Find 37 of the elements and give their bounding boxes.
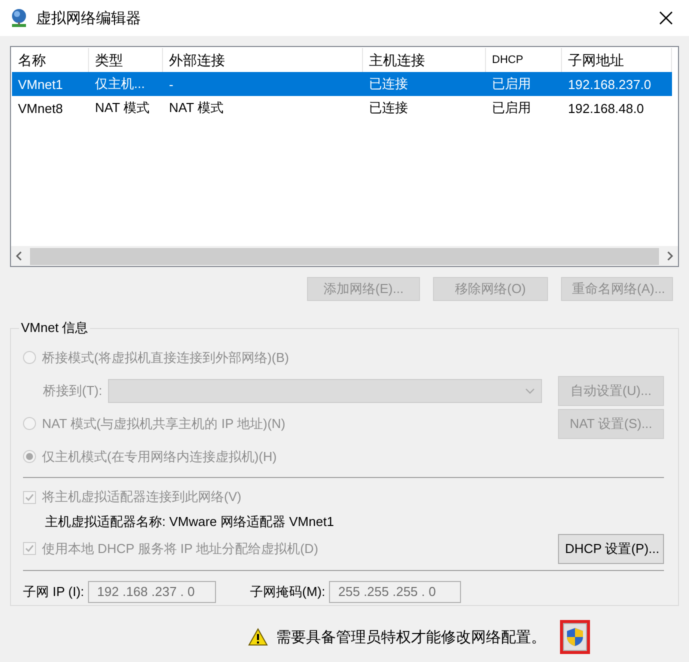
adapter-name-text: 主机虚拟适配器名称: VMware 网络适配器 VMnet1 xyxy=(45,513,334,531)
shield-icon xyxy=(566,627,584,647)
table-cell-text: VMnet8 xyxy=(17,100,64,116)
network-globe-icon xyxy=(10,8,28,28)
scrollbar-thumb[interactable] xyxy=(30,248,659,264)
window-title: 虚拟网络编辑器 xyxy=(36,8,142,28)
table-cell-text: 已启用 xyxy=(491,99,532,117)
shield-button[interactable] xyxy=(560,620,590,654)
bridge-dropdown[interactable] xyxy=(108,378,542,402)
table-cell-text: 已启用 xyxy=(491,75,532,93)
subnet-mask-label: 子网掩码(M): xyxy=(250,582,326,600)
subnet-ip-field[interactable]: 192 .168 .237 . 0 xyxy=(88,580,216,602)
table-cell-text: 192.168.48.0 xyxy=(567,100,645,116)
radio-label: 桥接模式(将虚拟机直接连接到外部网络)(B) xyxy=(42,348,289,366)
close-icon[interactable] xyxy=(659,11,673,25)
table-cell-text: 已连接 xyxy=(368,99,409,117)
table-cell-text: VMnet1 xyxy=(17,76,64,92)
network-row[interactable]: VMnet1 仅主机... - 已连接 已启用 192.168.237.0 xyxy=(12,72,672,96)
subnet-mask-field[interactable]: 255 .255 .255 . 0 xyxy=(329,580,462,602)
network-row[interactable]: VMnet8 NAT 模式 NAT 模式 已连接 已启用 192.168.48.0 xyxy=(12,96,672,120)
dhcp-settings-button[interactable]: DHCP 设置(P)... xyxy=(558,534,664,564)
table-cell-text: 192.168.237.0 xyxy=(567,76,652,92)
admin-warning-text: 需要具备管理员特权才能修改网络配置。 xyxy=(276,628,546,646)
table-cell-text: - xyxy=(168,76,174,92)
table-cell-text: 已连接 xyxy=(368,75,409,93)
radio-label: NAT 模式(与虚拟机共享主机的 IP 地址)(N) xyxy=(42,414,286,432)
table-cell-text: 仅主机... xyxy=(94,75,146,93)
group-title: VMnet 信息 xyxy=(20,319,90,337)
checkbox-label: 将主机虚拟适配器连接到此网络(V) xyxy=(42,488,242,506)
table-cell-text: NAT 模式 xyxy=(168,99,224,117)
dropdown-caret-icon xyxy=(525,388,535,394)
subnet-ip-label: 子网 IP (I): xyxy=(23,582,84,600)
bridge-to-label: 桥接到(T): xyxy=(43,382,102,400)
radio-label: 仅主机模式(在专用网络内连接虚拟机)(H) xyxy=(42,448,277,466)
table-cell-text: NAT 模式 xyxy=(94,99,150,117)
warning-icon xyxy=(248,628,268,646)
checkbox-label: 使用本地 DHCP 服务将 IP 地址分配给虚拟机(D) xyxy=(42,540,318,558)
